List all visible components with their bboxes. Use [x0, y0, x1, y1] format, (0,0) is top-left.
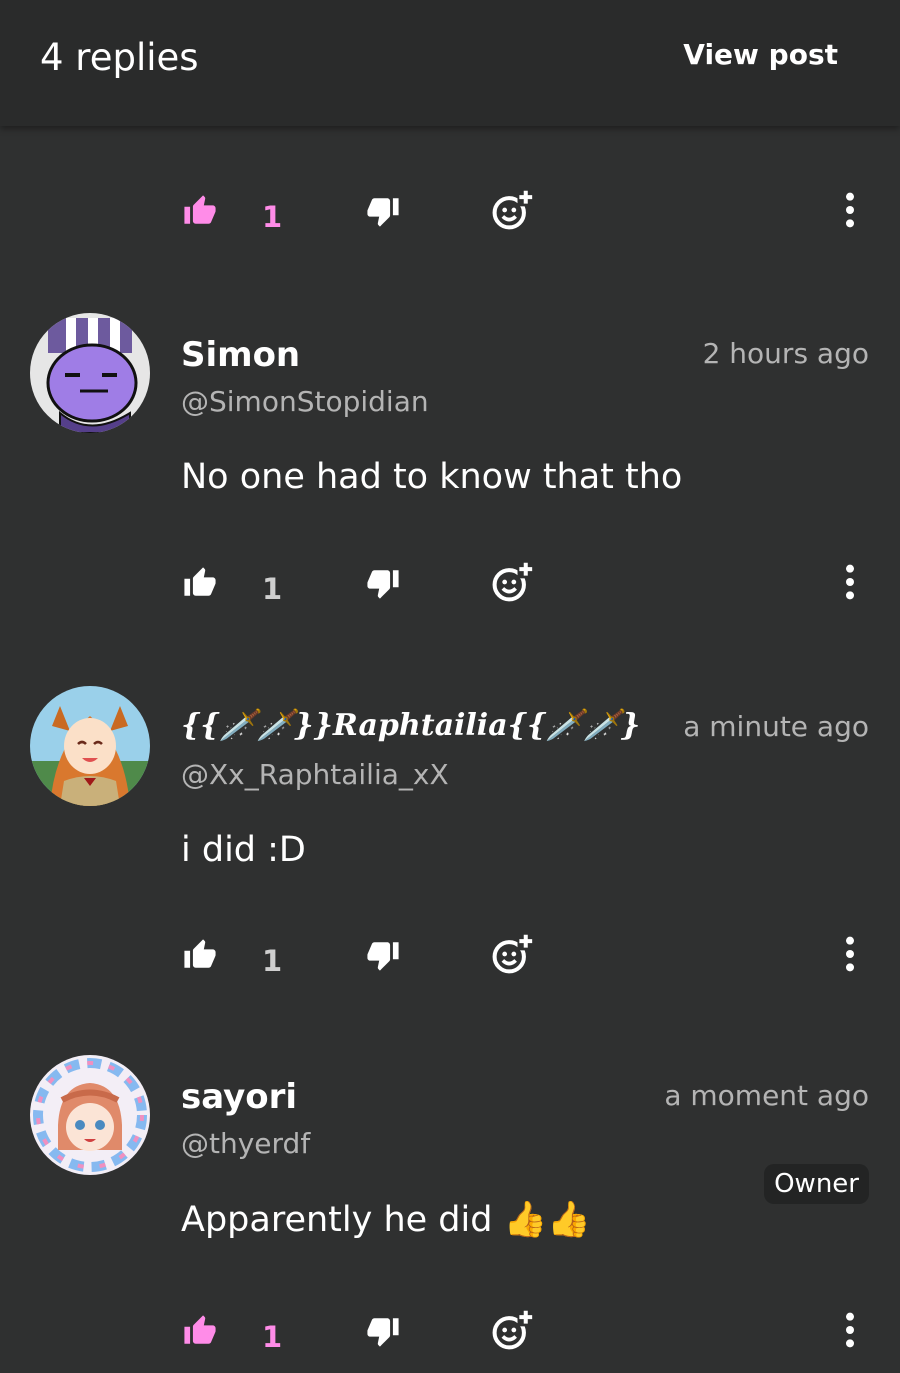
reply-text: No one had to know that tho	[181, 457, 683, 497]
timestamp: a moment ago	[664, 1079, 869, 1112]
replies-count-title: 4 replies	[40, 36, 199, 79]
action-row: 1	[0, 188, 900, 248]
like-count: 1	[262, 944, 283, 978]
thumbs-down-icon[interactable]	[366, 194, 400, 232]
header-bar: 4 replies View post	[0, 0, 900, 126]
like-count: 1	[262, 1320, 283, 1354]
add-reaction-icon[interactable]	[490, 188, 534, 236]
owner-badge: Owner	[764, 1164, 869, 1204]
avatar[interactable]	[30, 313, 150, 433]
author-handle[interactable]: @SimonStopidian	[181, 385, 429, 418]
reply-text: Apparently he did 👍👍	[181, 1200, 591, 1240]
action-row: 1	[0, 560, 900, 620]
like-count: 1	[262, 200, 283, 234]
avatar[interactable]	[30, 686, 150, 806]
more-vertical-icon[interactable]	[840, 190, 860, 234]
thumbs-down-icon[interactable]	[366, 566, 400, 604]
like-count: 1	[262, 572, 283, 606]
reply-text: i did :D	[181, 830, 306, 870]
thumbs-up-icon[interactable]	[183, 1314, 217, 1352]
action-row: 1	[0, 932, 900, 992]
more-vertical-icon[interactable]	[840, 562, 860, 606]
thumbs-down-icon[interactable]	[366, 1314, 400, 1352]
more-vertical-icon[interactable]	[840, 1310, 860, 1354]
more-vertical-icon[interactable]	[840, 934, 860, 978]
thumbs-up-icon[interactable]	[183, 938, 217, 976]
add-reaction-icon[interactable]	[490, 932, 534, 980]
thumbs-down-icon[interactable]	[366, 938, 400, 976]
author-name[interactable]: {{🗡️🗡️}}Raphtailia{{🗡️🗡️}	[181, 708, 640, 743]
timestamp: a minute ago	[683, 710, 869, 743]
thumbs-up-icon[interactable]	[183, 194, 217, 232]
author-handle[interactable]: @thyerdf	[181, 1127, 310, 1160]
view-post-button[interactable]: View post	[683, 38, 838, 71]
action-row: 1	[0, 1308, 900, 1368]
timestamp: 2 hours ago	[702, 337, 869, 370]
author-handle[interactable]: @Xx_Raphtailia_xX	[181, 758, 449, 791]
avatar[interactable]	[30, 1055, 150, 1175]
add-reaction-icon[interactable]	[490, 560, 534, 608]
author-name[interactable]: Simon	[181, 335, 300, 375]
thumbs-up-icon[interactable]	[183, 566, 217, 604]
add-reaction-icon[interactable]	[490, 1308, 534, 1356]
author-name[interactable]: sayori	[181, 1077, 297, 1117]
